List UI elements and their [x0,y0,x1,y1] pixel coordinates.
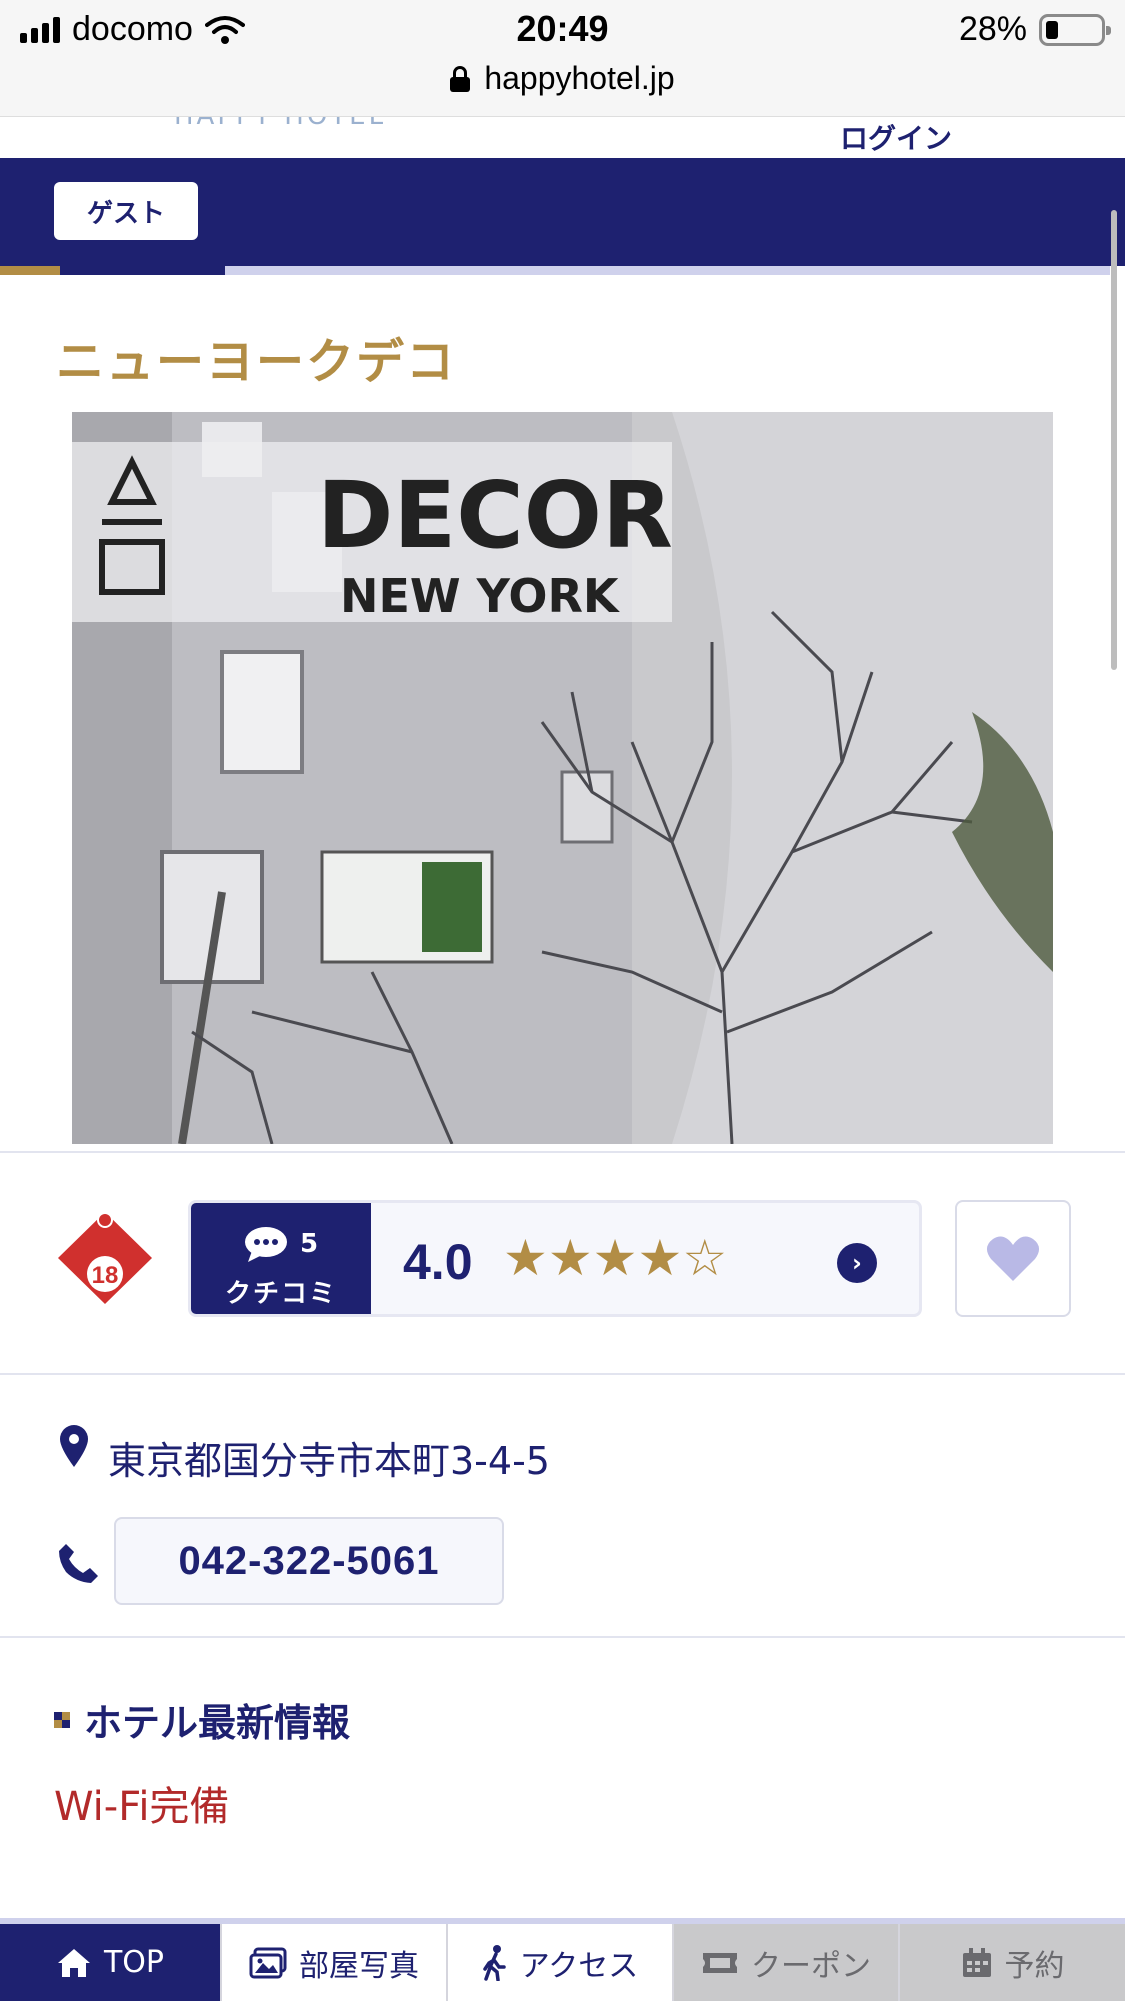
member-bar: ゲスト [0,158,1125,266]
lock-icon [450,65,471,92]
url-text: happyhotel.jp [484,60,675,96]
walk-icon [483,1944,506,1981]
battery-icon [1039,13,1111,46]
clock: 20:49 [516,8,609,49]
tab-label: TOP [103,1945,165,1980]
tab-reservation[interactable]: 予約 [900,1924,1125,2001]
photo-icon [249,1947,287,1978]
hotel-name: ニューヨークデコ [56,334,457,390]
tab-room-photos[interactable]: 部屋写真 [222,1924,448,2001]
progress-segment [60,266,225,275]
hotel-address: 東京都国分寺市本町3-4-5 [108,1439,550,1483]
star-filled-icon: ★ [547,1229,593,1287]
hotel-photo[interactable]: DECOR NEW YORK [72,412,1053,1144]
star-empty-icon: ☆ [682,1229,728,1287]
map-pin-icon [60,1425,88,1467]
progress-accent [0,266,60,275]
review-label: クチコミ [224,1279,337,1309]
phone-icon [59,1544,98,1583]
phone-button[interactable]: 042-322-5061 [114,1517,504,1605]
site-header: HAPPY HOTEL ログイン [0,117,1125,158]
battery-percent: 28% [958,10,1027,48]
tab-access[interactable]: アクセス [448,1924,674,2001]
review-summary[interactable]: 5 クチコミ 4.0 ★ ★ ★ ★ ☆ › [188,1200,922,1317]
site-logo[interactable]: HAPPY HOTEL [174,117,386,131]
tab-label: クーポン [751,1948,871,1984]
chevron-right-icon[interactable]: › [837,1243,877,1283]
favorite-button[interactable] [955,1200,1071,1317]
bottom-tab-bar: TOP 部屋写真 アクセス クーポン 予約 [0,1924,1125,2001]
rating-score: 4.0 [403,1234,473,1290]
section-marker-icon [54,1712,70,1728]
latest-info-title: ホテル最新情報 [84,1701,351,1745]
tab-top[interactable]: TOP [0,1924,222,2001]
divider [0,1373,1125,1375]
guest-button[interactable]: ゲスト [54,182,198,240]
photo-sign-text: DECOR [317,462,673,569]
review-count-cell[interactable]: 5 クチコミ [191,1203,371,1314]
calendar-icon [962,1947,991,1977]
chat-bubble-icon [244,1227,287,1262]
star-rating: ★ ★ ★ ★ ☆ [503,1233,727,1283]
star-filled-icon: ★ [592,1229,638,1287]
ticket-icon [703,1952,737,1973]
tab-coupon[interactable]: クーポン [674,1924,900,2001]
star-filled-icon: ★ [637,1229,683,1287]
tab-label: 予約 [1004,1948,1065,1984]
age-badge-label: 18 [92,1262,119,1289]
status-right: 28% [958,10,1111,49]
review-count: 5 [299,1229,319,1259]
tab-label: 部屋写真 [299,1948,419,1984]
age-18-badge: 18 [58,1212,152,1304]
divider [0,1636,1125,1638]
heart-icon [986,1236,1040,1281]
divider [0,1151,1125,1153]
latest-info-text: Wi-Fi完備 [54,1784,230,1830]
star-filled-icon: ★ [503,1229,548,1287]
phone-number: 042-322-5061 [178,1538,440,1583]
status-bar: docomo 20:49 28% happyhotel.jp [0,0,1125,117]
address-bar[interactable]: happyhotel.jp [0,60,1125,97]
tab-label: アクセス [519,1948,639,1984]
photo-sign-subtext: NEW YORK [340,569,621,623]
page-scrollbar[interactable] [1111,210,1117,670]
login-link[interactable]: ログイン [840,117,952,157]
home-icon [57,1948,90,1977]
